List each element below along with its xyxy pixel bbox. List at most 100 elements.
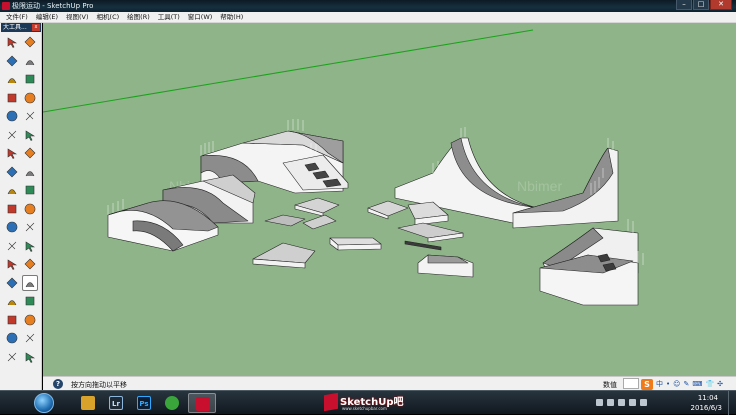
eraser-tool[interactable] xyxy=(22,34,38,50)
ime-emoji[interactable]: ☺ xyxy=(673,380,680,388)
paint-bucket-tool[interactable] xyxy=(4,53,20,69)
3d-text-tool[interactable] xyxy=(22,256,38,272)
menu-camera[interactable]: 相机(C) xyxy=(93,12,124,22)
rotated-rectangle-icon xyxy=(24,92,36,103)
minimize-button[interactable]: – xyxy=(676,0,692,10)
ime-mode-chinese[interactable]: 中 xyxy=(656,379,663,389)
taskbar-browser[interactable] xyxy=(160,393,184,413)
menu-draw[interactable]: 绘图(R) xyxy=(123,12,154,22)
pan-tool[interactable] xyxy=(22,274,38,291)
zoom-tool[interactable] xyxy=(4,293,20,309)
ime-skin[interactable]: 👕 xyxy=(705,380,714,388)
start-button[interactable] xyxy=(34,393,54,413)
text-tool[interactable] xyxy=(22,238,38,254)
tray-arrow-icon[interactable] xyxy=(596,399,603,406)
menu-tools[interactable]: 工具(T) xyxy=(154,12,184,22)
ime-tools[interactable]: ✣ xyxy=(717,380,723,388)
rectangle-tool[interactable] xyxy=(4,90,20,106)
three-point-arc-tool[interactable] xyxy=(4,145,20,161)
position-camera-tool[interactable] xyxy=(4,330,20,346)
section-plane-tool[interactable] xyxy=(22,349,38,365)
look-around-icon xyxy=(25,333,35,343)
orbit-tool[interactable] xyxy=(4,275,20,291)
window-controls: – □ ✕ xyxy=(675,0,732,11)
small-box-ramp-1[interactable] xyxy=(294,197,340,217)
follow-me-tool[interactable] xyxy=(22,182,38,198)
status-hint: 按方向拖动以平移 xyxy=(71,381,127,389)
section-plane-icon xyxy=(25,351,36,363)
help-icon[interactable]: ? xyxy=(53,379,63,389)
freehand-tool[interactable] xyxy=(22,71,38,87)
menu-file[interactable]: 文件(F) xyxy=(2,12,32,22)
manual-pad[interactable] xyxy=(397,222,464,243)
orbit-icon xyxy=(6,277,18,288)
ime-punctuation[interactable]: • xyxy=(666,380,670,388)
polygon-tool[interactable] xyxy=(22,108,38,124)
measurements-input[interactable] xyxy=(623,378,639,389)
previous-view-icon xyxy=(24,314,36,325)
maximize-button[interactable]: □ xyxy=(693,0,709,10)
tape-measure-tool[interactable] xyxy=(4,219,20,235)
arc-tool[interactable] xyxy=(4,127,20,143)
taskbar-sketchup[interactable] xyxy=(188,393,216,413)
offset-icon xyxy=(24,203,36,214)
zoom-extents-icon xyxy=(7,315,17,324)
zoom-extents-tool[interactable] xyxy=(4,312,20,328)
clock-date[interactable]: 2016/6/3 xyxy=(691,404,722,412)
taskbar-explorer[interactable] xyxy=(76,393,100,413)
grind-rail[interactable] xyxy=(404,240,442,251)
sketchup-icon xyxy=(196,397,210,411)
watermark-right: Nbimer xyxy=(517,178,562,194)
axes-tool[interactable] xyxy=(4,256,20,272)
menu-help[interactable]: 帮助(H) xyxy=(216,12,247,22)
walk-tool[interactable] xyxy=(4,349,20,365)
pie-tool[interactable] xyxy=(22,145,38,161)
look-around-tool[interactable] xyxy=(22,330,38,346)
sketchupbar-logo: SketchUp吧 www.sketchupbar.com xyxy=(322,391,412,415)
move-tool[interactable] xyxy=(4,164,20,180)
freehand-icon xyxy=(25,74,35,84)
rotate-tool[interactable] xyxy=(4,182,20,198)
stair-platform-right[interactable] xyxy=(539,227,639,306)
modeling-viewport[interactable]: Nbimer Nbimer xyxy=(43,23,736,376)
dimension-tool[interactable] xyxy=(22,219,38,235)
tray-ime-icon[interactable] xyxy=(640,399,647,406)
menu-view[interactable]: 视图(V) xyxy=(62,12,93,22)
menu-edit[interactable]: 编辑(E) xyxy=(32,12,62,22)
zoom-window-tool[interactable] xyxy=(22,293,38,309)
flat-box[interactable] xyxy=(329,237,382,251)
eraser-alt-tool[interactable] xyxy=(22,53,38,69)
previous-view-tool[interactable] xyxy=(22,312,38,328)
tool-panel-close-button[interactable]: x xyxy=(32,24,40,31)
taskbar-lightroom[interactable]: Lr xyxy=(104,393,128,413)
protractor-tool[interactable] xyxy=(4,238,20,254)
two-point-arc-tool[interactable] xyxy=(22,127,38,143)
taskbar-photoshop[interactable]: Ps xyxy=(132,393,156,413)
tray-network-icon[interactable] xyxy=(607,399,614,406)
menu-window[interactable]: 窗口(W) xyxy=(184,12,217,22)
close-button[interactable]: ✕ xyxy=(710,0,732,10)
circle-icon xyxy=(6,110,18,122)
circle-tool[interactable] xyxy=(4,108,20,124)
pyramid-ramp[interactable] xyxy=(252,242,316,269)
ime-keyboard[interactable]: ⌨ xyxy=(692,380,702,388)
clock-time[interactable]: 11:04 xyxy=(698,394,718,402)
scale-tool[interactable] xyxy=(4,201,20,217)
tray-volume-icon[interactable] xyxy=(629,399,636,406)
ime-handwriting[interactable]: ✎ xyxy=(683,380,689,388)
select-tool[interactable] xyxy=(4,34,20,50)
rectangle-icon xyxy=(7,93,17,102)
rotated-rectangle-tool[interactable] xyxy=(22,90,38,106)
push-pull-tool[interactable] xyxy=(22,164,38,180)
funbox-front[interactable] xyxy=(417,254,474,278)
tray-flag-icon[interactable] xyxy=(618,399,625,406)
box-ramp-middle-1[interactable] xyxy=(367,200,409,220)
3d-text-icon xyxy=(24,258,36,270)
show-desktop-button[interactable] xyxy=(728,391,736,415)
pencil-tool[interactable] xyxy=(4,71,20,87)
small-box-ramp-2[interactable] xyxy=(264,214,337,230)
eraser-alt-icon xyxy=(25,59,35,65)
walk-icon xyxy=(7,352,17,361)
sogou-ime-icon[interactable]: S xyxy=(641,378,653,390)
offset-tool[interactable] xyxy=(22,201,38,217)
